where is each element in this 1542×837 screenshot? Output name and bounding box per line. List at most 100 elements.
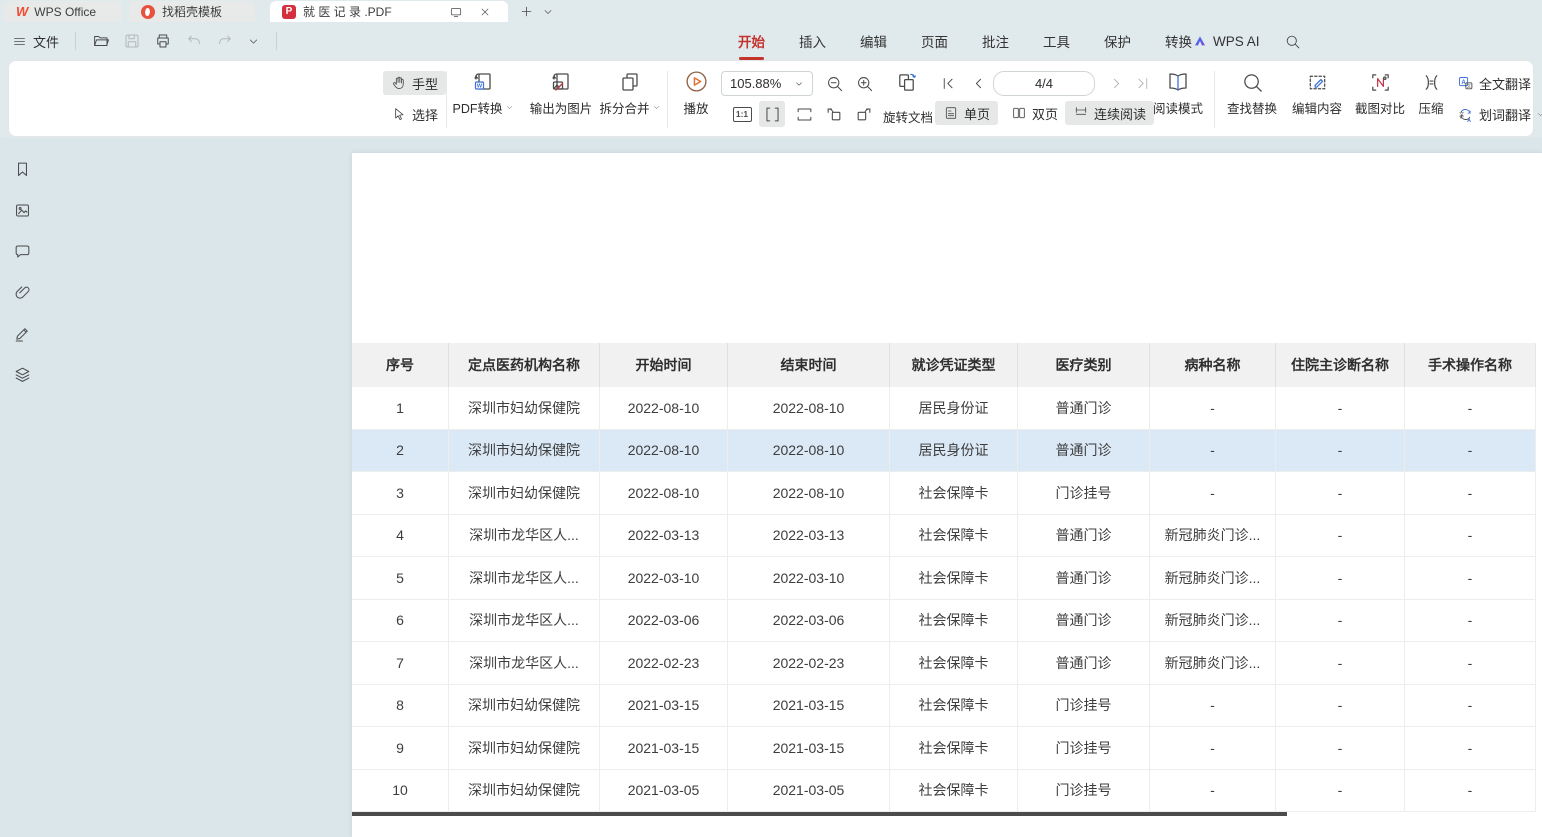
table-cell: 2021-03-15 xyxy=(728,727,890,769)
menu-tab-页面[interactable]: 页面 xyxy=(921,31,948,51)
fit-height-button[interactable] xyxy=(759,101,785,127)
close-tab-icon[interactable] xyxy=(474,1,496,22)
table-cell: - xyxy=(1405,515,1536,557)
cursor-icon xyxy=(391,106,407,122)
table-cell: 门诊挂号 xyxy=(1018,685,1150,727)
table-cell: 2022-08-10 xyxy=(728,387,890,429)
file-menu-label: 文件 xyxy=(33,32,59,51)
tab-wps-office[interactable]: W WPS Office xyxy=(4,1,122,22)
attachment-icon[interactable] xyxy=(12,282,32,302)
table-cell: 8 xyxy=(352,685,449,727)
table-cell: - xyxy=(1405,430,1536,472)
play-button[interactable]: 播放 xyxy=(673,68,719,117)
workspace: 序号定点医药机构名称开始时间结束时间就诊凭证类型医疗类别病种名称住院主诊断名称手… xyxy=(0,138,1542,837)
export-image-button[interactable]: 输出为图片 xyxy=(521,68,601,117)
rotate-right-button[interactable] xyxy=(851,101,877,127)
table-cell: - xyxy=(1150,387,1276,429)
first-page-button[interactable] xyxy=(935,71,961,96)
table-cell: 新冠肺炎门诊... xyxy=(1150,642,1276,684)
wps-ai-button[interactable]: WPS AI xyxy=(1192,33,1260,49)
print-button[interactable] xyxy=(154,32,172,50)
thumbnails-icon[interactable] xyxy=(12,200,32,220)
column-header: 医疗类别 xyxy=(1018,343,1150,387)
table-horizontal-scrollbar[interactable] xyxy=(352,812,1287,816)
tab-document-pdf[interactable]: P 就 医 记 录 .PDF xyxy=(270,1,508,22)
split-merge-button[interactable]: 拆分合并 xyxy=(597,68,663,117)
table-cell: 2022-03-10 xyxy=(728,557,890,599)
full-text-translate-button[interactable]: A 文 全文翻译 xyxy=(1453,71,1535,95)
page-number-input[interactable]: 4/4 xyxy=(993,71,1095,96)
compress-button[interactable]: 压缩 xyxy=(1411,68,1451,117)
table-row: 5深圳市龙华区人...2022-03-102022-03-10社会保障卡普通门诊… xyxy=(352,557,1536,600)
table-cell: - xyxy=(1405,770,1536,812)
next-page-button[interactable] xyxy=(1103,71,1129,96)
reading-mode-button[interactable]: 阅读模式 xyxy=(1149,68,1207,117)
word-translate-button[interactable]: 文 A 划词翻译 xyxy=(1453,102,1542,126)
bookmark-icon[interactable] xyxy=(12,159,32,179)
menu-tab-插入[interactable]: 插入 xyxy=(799,31,826,51)
pdf-convert-button[interactable]: W PDF转换 xyxy=(447,68,519,117)
page-zoom-toggle-icon[interactable] xyxy=(893,70,919,95)
table-cell: 2021-03-15 xyxy=(728,685,890,727)
full-translate-label: 全文翻译 xyxy=(1479,74,1531,93)
quick-access-more-chevron-icon[interactable] xyxy=(247,35,260,48)
undo-button[interactable] xyxy=(185,32,203,50)
compress-label: 压缩 xyxy=(1418,98,1443,117)
zoom-in-button[interactable] xyxy=(851,71,877,96)
table-cell: 居民身份证 xyxy=(890,387,1018,429)
table-cell: 4 xyxy=(352,515,449,557)
continuous-reading-button[interactable]: 连续阅读 xyxy=(1065,101,1154,125)
tab-list-chevron-icon[interactable] xyxy=(537,1,559,22)
edit-content-button[interactable]: 编辑内容 xyxy=(1285,68,1349,117)
menu-tab-批注[interactable]: 批注 xyxy=(982,31,1009,51)
new-tab-button[interactable] xyxy=(515,1,537,22)
wps-pdf-window: W WPS Office 找稻壳模板 P 就 医 记 录 .PDF xyxy=(0,0,1542,837)
titlebar: W WPS Office 找稻壳模板 P 就 医 记 录 .PDF xyxy=(0,0,1542,22)
search-menu-icon[interactable] xyxy=(1284,33,1301,50)
double-page-label: 双页 xyxy=(1032,104,1058,123)
table-cell: 普通门诊 xyxy=(1018,600,1150,642)
zoom-out-button[interactable] xyxy=(821,71,847,96)
screen-share-icon[interactable] xyxy=(445,1,467,22)
select-tool-button[interactable]: 选择 xyxy=(383,102,446,126)
table-cell: 2022-08-10 xyxy=(728,472,890,514)
menu-tab-编辑[interactable]: 编辑 xyxy=(860,31,887,51)
open-file-button[interactable] xyxy=(92,32,110,50)
rotate-left-button[interactable] xyxy=(821,101,847,127)
actual-size-button[interactable]: 1:1 xyxy=(729,101,755,127)
rotate-document-button[interactable]: 旋转文档 xyxy=(883,107,933,126)
reading-mode-label: 阅读模式 xyxy=(1153,98,1203,117)
ribbon-toolbar: 手型 选择 W PDF转换 输出为图片 拆分合并 xyxy=(8,60,1534,137)
file-menu-button[interactable]: 文件 xyxy=(12,32,59,51)
comment-icon[interactable] xyxy=(12,241,32,261)
zoom-level-select[interactable]: 105.88% xyxy=(721,71,813,96)
layers-icon[interactable] xyxy=(12,364,32,384)
table-cell: - xyxy=(1276,515,1405,557)
redo-button[interactable] xyxy=(216,32,234,50)
table-cell: - xyxy=(1276,430,1405,472)
table-cell: 社会保障卡 xyxy=(890,600,1018,642)
table-body: 1深圳市妇幼保健院2022-08-102022-08-10居民身份证普通门诊--… xyxy=(352,387,1536,812)
edit-content-label: 编辑内容 xyxy=(1292,98,1342,117)
menu-tab-开始[interactable]: 开始 xyxy=(738,31,765,51)
table-cell: - xyxy=(1276,642,1405,684)
signature-icon[interactable] xyxy=(12,323,32,343)
save-button[interactable] xyxy=(123,32,141,50)
single-page-view-button[interactable]: 单页 xyxy=(935,101,998,125)
divider xyxy=(276,32,277,50)
fit-width-button[interactable] xyxy=(791,101,817,127)
previous-page-button[interactable] xyxy=(965,71,991,96)
table-cell: 9 xyxy=(352,727,449,769)
word-translate-icon: 文 A xyxy=(1457,106,1474,123)
find-replace-button[interactable]: 查找替换 xyxy=(1219,68,1285,117)
menu-tab-转换[interactable]: 转换 xyxy=(1165,31,1192,51)
tab-docer-templates[interactable]: 找稻壳模板 xyxy=(129,1,255,22)
menu-tab-工具[interactable]: 工具 xyxy=(1043,31,1070,51)
table-cell: 深圳市龙华区人... xyxy=(449,515,600,557)
hand-tool-button[interactable]: 手型 xyxy=(383,71,446,95)
screenshot-compare-button[interactable]: 截图对比 xyxy=(1349,68,1411,117)
table-cell: 社会保障卡 xyxy=(890,472,1018,514)
play-icon xyxy=(673,68,719,94)
table-cell: 2022-02-23 xyxy=(728,642,890,684)
menu-tab-保护[interactable]: 保护 xyxy=(1104,31,1131,51)
